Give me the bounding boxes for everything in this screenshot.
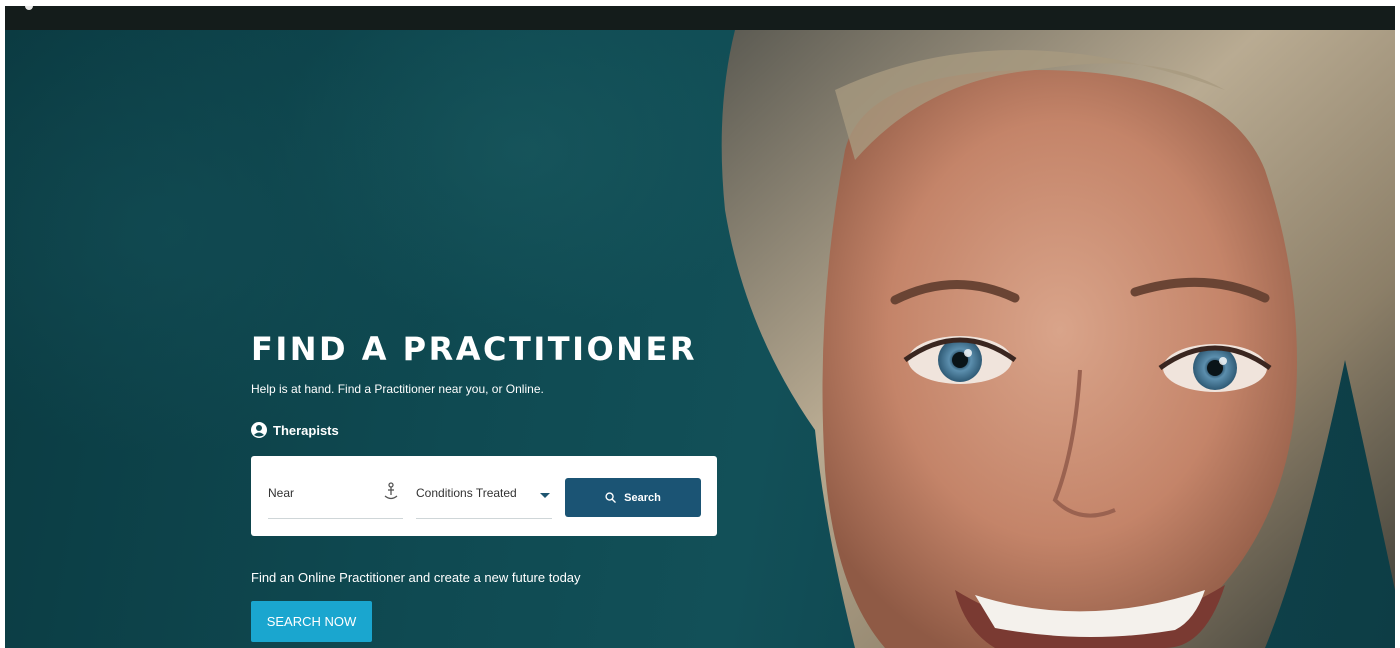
logo-fragment[interactable] bbox=[25, 6, 33, 10]
tab-therapists-label: Therapists bbox=[273, 422, 339, 438]
tab-therapists[interactable]: Therapists bbox=[251, 422, 339, 438]
page-title: FIND A PRACTITIONER bbox=[251, 330, 697, 368]
page-frame: FIND A PRACTITIONER Help is at hand. Fin… bbox=[5, 6, 1395, 648]
search-button-label: Search bbox=[624, 491, 661, 504]
conditions-dropdown-label: Conditions Treated bbox=[416, 486, 517, 500]
hero-subtitle: Help is at hand. Find a Practitioner nea… bbox=[251, 382, 544, 396]
hero-section: FIND A PRACTITIONER Help is at hand. Fin… bbox=[5, 30, 1395, 648]
near-input[interactable] bbox=[268, 486, 368, 500]
search-form: Conditions Treated Search bbox=[251, 456, 717, 536]
near-field[interactable] bbox=[268, 476, 403, 519]
top-navigation-bar bbox=[5, 6, 1395, 30]
caret-down-icon bbox=[540, 493, 550, 498]
search-button[interactable]: Search bbox=[565, 478, 701, 517]
search-now-button[interactable]: SEARCH NOW bbox=[251, 601, 372, 642]
location-pin-icon[interactable] bbox=[383, 482, 399, 502]
conditions-dropdown[interactable]: Conditions Treated bbox=[416, 476, 552, 519]
online-practitioner-text: Find an Online Practitioner and create a… bbox=[251, 570, 581, 585]
search-icon bbox=[605, 492, 616, 503]
user-circle-icon bbox=[251, 422, 267, 438]
